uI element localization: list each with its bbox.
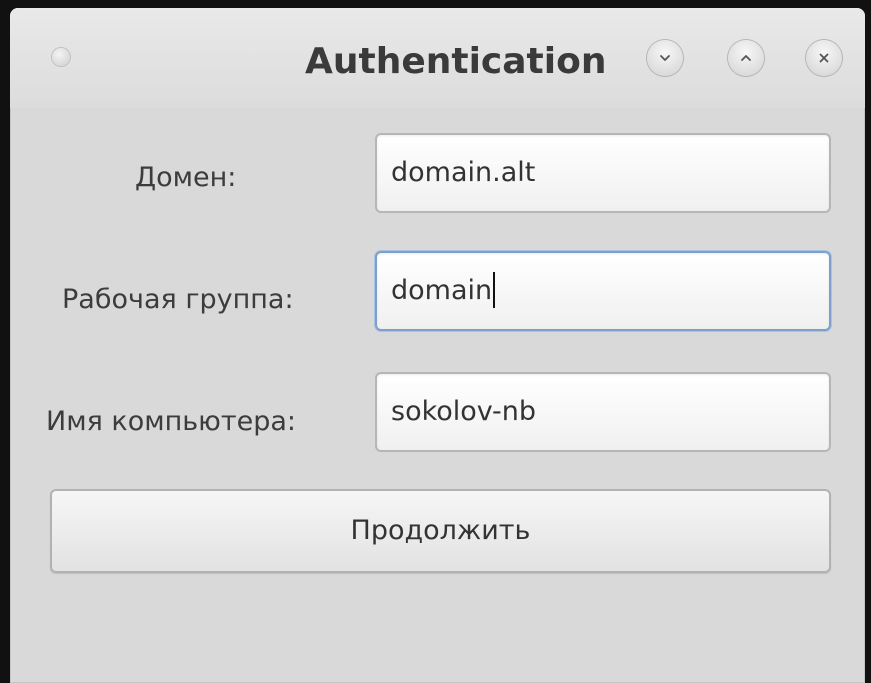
close-icon bbox=[819, 53, 829, 63]
close-button[interactable] bbox=[806, 40, 842, 76]
authentication-dialog: Authentication Домен: domain.alt Рабочая… bbox=[10, 8, 865, 683]
workgroup-label: Рабочая группа: bbox=[62, 284, 294, 315]
maximize-button[interactable] bbox=[728, 40, 764, 76]
workgroup-input[interactable]: domain bbox=[375, 251, 831, 331]
text-cursor bbox=[493, 271, 496, 308]
domain-input[interactable]: domain.alt bbox=[375, 133, 831, 213]
title-bar: Authentication bbox=[10, 8, 865, 108]
workgroup-input-value: domain bbox=[391, 275, 493, 306]
window-title: Authentication bbox=[305, 41, 607, 82]
chevron-up-icon bbox=[741, 55, 751, 61]
minimize-button[interactable] bbox=[647, 40, 683, 76]
continue-button[interactable]: Продолжить bbox=[50, 489, 831, 573]
hostname-input-value: sokolov-nb bbox=[391, 396, 537, 427]
domain-label: Домен: bbox=[135, 162, 237, 193]
domain-input-value: domain.alt bbox=[391, 157, 536, 188]
hostname-input[interactable]: sokolov-nb bbox=[375, 372, 831, 452]
hostname-label: Имя компьютера: bbox=[46, 406, 297, 437]
window-menu-icon[interactable] bbox=[52, 48, 70, 66]
chevron-down-icon bbox=[660, 55, 670, 61]
